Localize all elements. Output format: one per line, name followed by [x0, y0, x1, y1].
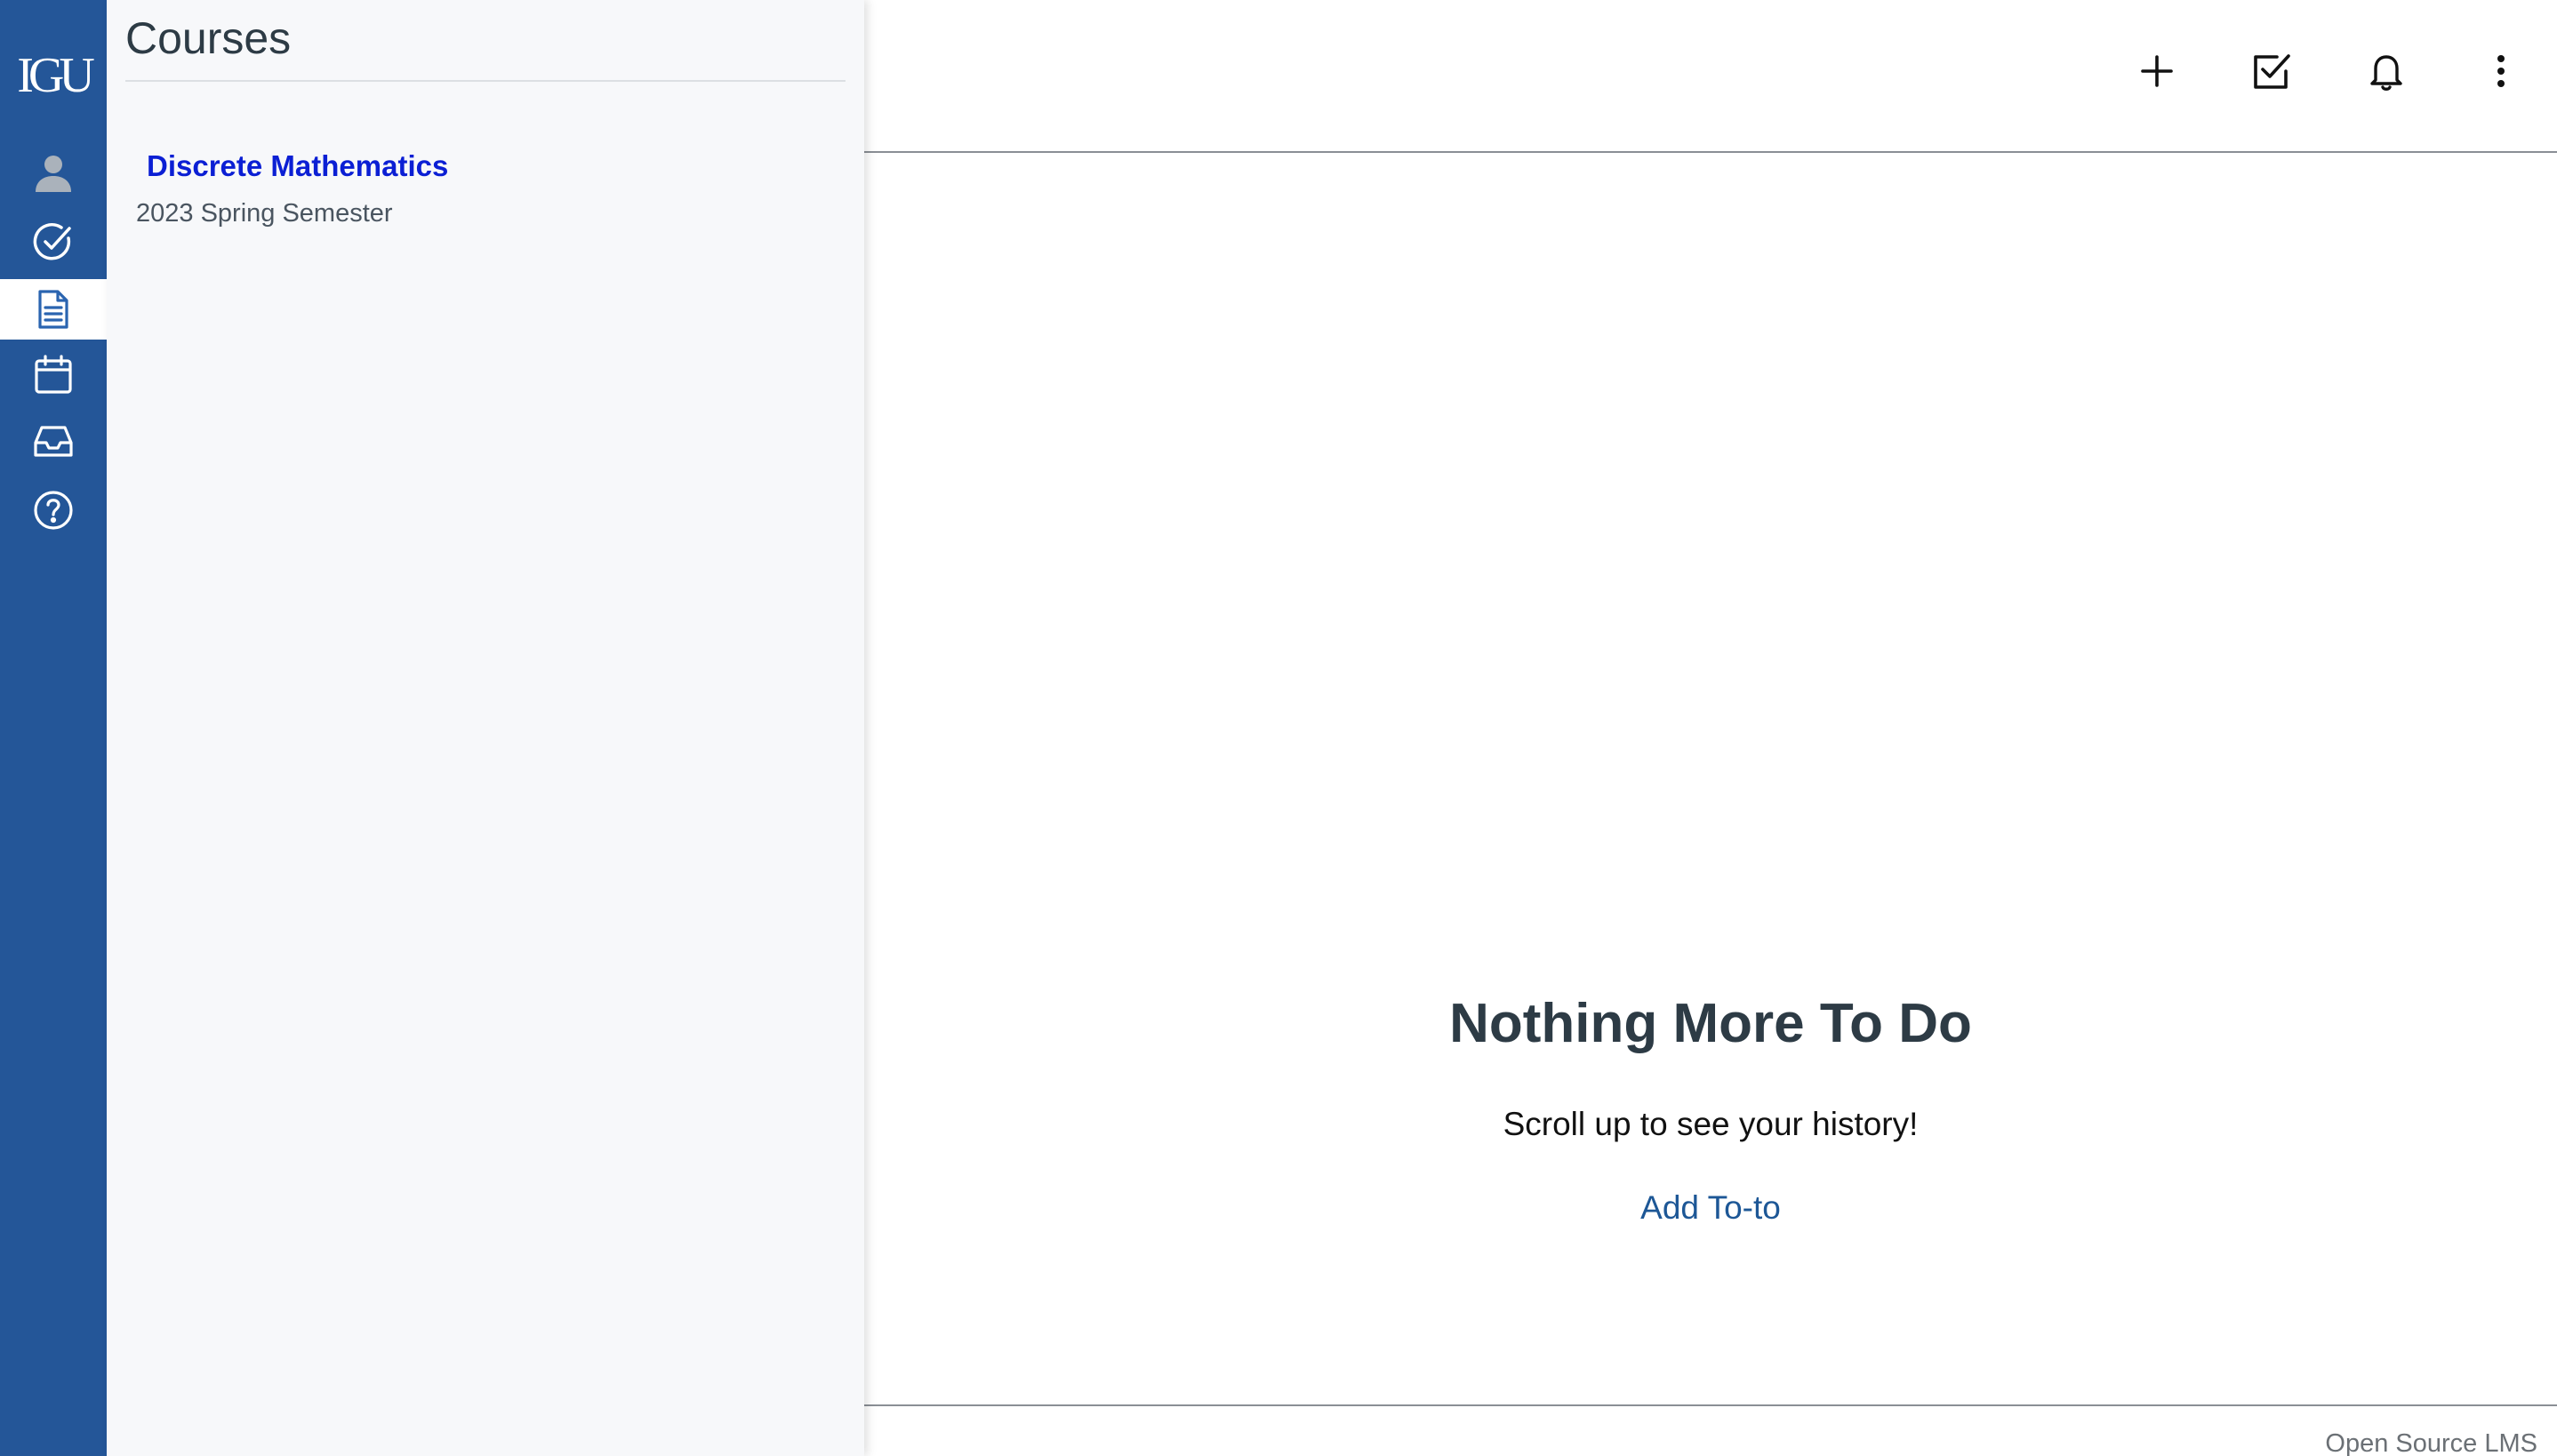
todo-button[interactable] [2238, 37, 2305, 105]
top-bar [864, 0, 2557, 153]
empty-state-title: Nothing More To Do [1449, 993, 1972, 1054]
bell-icon [2370, 55, 2402, 91]
tray-title: Courses [125, 13, 292, 63]
check-circle-icon [33, 223, 71, 260]
more-vertical-icon [2497, 55, 2505, 87]
add-button[interactable] [2123, 37, 2191, 105]
course-link[interactable]: Discrete Mathematics [147, 149, 448, 183]
logo[interactable]: IGU [0, 36, 107, 116]
nav-todo[interactable] [0, 212, 107, 272]
footer-text: Open Source LMS [2325, 1429, 2537, 1456]
divider [125, 80, 846, 82]
nav-inbox[interactable] [0, 411, 107, 471]
footer: Open Source LMS [864, 1404, 2557, 1456]
courses-tray: Courses Discrete Mathematics 2023 Spring… [107, 0, 864, 1456]
calendar-icon [35, 355, 72, 394]
nav-help[interactable] [0, 480, 107, 540]
course-term: 2023 Spring Semester [136, 199, 393, 228]
notifications-button[interactable] [2353, 37, 2420, 105]
add-todo-link[interactable]: Add To-to [864, 1189, 2557, 1227]
empty-state-subtitle: Scroll up to see your history! [1503, 1106, 1919, 1142]
plus-icon [2141, 55, 2173, 87]
nav-calendar[interactable] [0, 344, 107, 404]
help-icon [34, 491, 73, 530]
document-icon [38, 290, 68, 329]
app-root: IGU Courses Discrete Mathematics 2023 Sp… [0, 0, 2557, 1456]
nav-courses[interactable] [0, 279, 107, 340]
inbox-icon [34, 426, 73, 457]
global-nav: IGU [0, 0, 107, 1456]
user-icon [36, 156, 71, 192]
checkbox-icon [2254, 54, 2290, 89]
more-options-button[interactable] [2467, 37, 2535, 105]
nav-account[interactable] [0, 142, 107, 203]
